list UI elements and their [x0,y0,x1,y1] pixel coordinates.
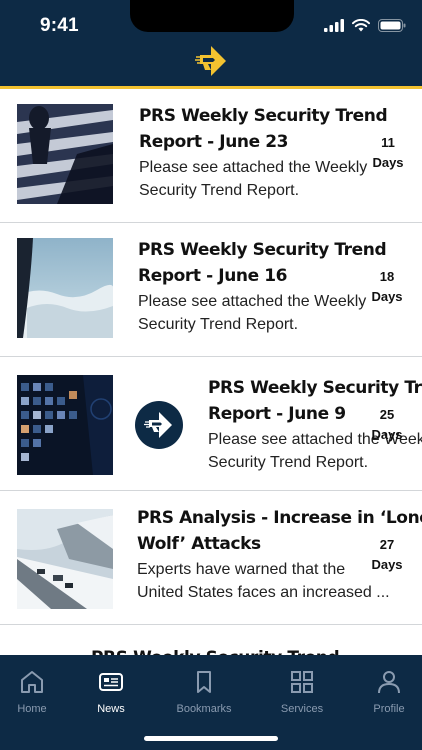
news-list-item[interactable]: PRS Weekly Security Trend Report - June … [0,357,422,491]
age-number: 11 [381,135,395,150]
article-desc-line2: Security Trend Report. [208,454,369,471]
news-list-item[interactable]: PRS Weekly Security Trend Report - June … [0,223,422,357]
tab-profile[interactable]: Profile [354,669,422,715]
grid-icon [291,671,313,693]
article-title-line1: PRS Analysis - Increase in ‘Lone [137,508,422,528]
age-label: Days [371,557,403,572]
article-desc-line1: Please see attached the Weekly [138,293,367,310]
bookmark-action-button[interactable] [135,401,183,449]
tab-label: Services [280,703,324,715]
tab-label: Profile [373,703,405,715]
news-list-item[interactable]: PRS Weekly Security Trend [0,625,422,655]
person-icon [378,671,400,694]
age-number: 27 [379,537,395,552]
tab-label: Bookmarks [176,703,232,715]
news-list-item[interactable]: PRS Weekly Security Trend Report - June … [0,89,422,223]
status-icons [324,19,406,32]
news-list[interactable]: PRS Weekly Security Trend Report - June … [0,89,422,655]
news-list-item[interactable]: PRS Analysis - Increase in ‘Lone Wolf’ A… [0,491,422,625]
tab-label: Home [17,703,47,715]
prs-logo-icon [195,46,226,76]
app-header: 9:41 [0,0,422,86]
wifi-icon [352,19,370,32]
status-time: 9:41 [40,15,79,36]
bookmark-icon [197,671,211,693]
age-number: 25 [379,407,395,422]
prs-logo-icon [144,412,172,438]
article-desc-line1: Please see attached the Weekly [139,159,368,176]
home-icon [21,671,43,693]
article-age: 25 Days [367,405,407,445]
article-title-line1: PRS Weekly Security Trend [139,106,388,126]
article-title-line2: Report - June 9 [208,404,346,424]
article-age: 11 Days [368,133,408,173]
battery-icon [378,19,406,32]
tab-home[interactable]: Home [0,669,67,715]
tab-services[interactable]: Services [267,669,337,715]
snowy-highway-image [17,509,113,609]
article-title-line1: PRS Weekly Security Trend [138,240,387,260]
status-bar: 9:41 [0,0,422,50]
age-label: Days [371,427,403,442]
article-title-line2: Report - June 16 [138,266,288,286]
tab-label: News [97,703,125,715]
article-title-line2: Report - June 23 [139,132,289,152]
age-label: Days [371,289,403,304]
article-title-line1: PRS Weekly Security Trend [91,645,340,655]
article-age: 27 Days [367,535,407,575]
crosswalk-pedestrian-image [17,104,113,204]
article-title-line1: PRS Weekly Security Trend [208,378,422,398]
news-icon [99,673,123,691]
tab-news[interactable]: News [76,669,146,715]
age-number: 18 [379,269,395,284]
cellular-signal-icon [324,19,344,32]
home-indicator[interactable] [144,736,278,741]
device-notch [130,0,294,32]
article-age: 18 Days [367,267,407,307]
article-desc-line1: Experts have warned that the [137,561,346,578]
article-desc-line2: Security Trend Report. [138,316,299,333]
aerial-clouds-image [17,238,113,338]
surveillance-screens-image [17,375,113,475]
tab-bookmarks[interactable]: Bookmarks [169,669,239,715]
article-desc-line2: Security Trend Report. [139,182,300,199]
article-desc-line2: United States faces an increased ... [137,584,390,601]
age-label: Days [372,155,404,170]
article-title-line2: Wolf’ Attacks [137,534,261,554]
